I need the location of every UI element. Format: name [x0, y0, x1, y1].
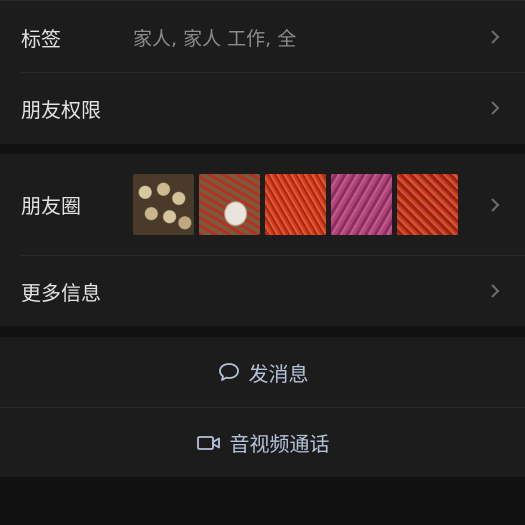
moments-thumbnails[interactable] — [133, 174, 458, 235]
permissions-label: 朋友权限 — [21, 97, 101, 122]
tags-label: 标签 — [21, 26, 61, 51]
moments-photo-potatoes[interactable] — [133, 174, 194, 235]
audio-video-call-label: 音视频通话 — [229, 432, 330, 456]
more-info-label: 更多信息 — [21, 280, 101, 305]
permissions-row[interactable]: 朋友权限 — [0, 73, 525, 143]
moments-photo-red-chilies[interactable] — [265, 174, 326, 235]
tags-value: 家人, 家人 工作, 全 — [133, 27, 297, 50]
moments-label: 朋友圈 — [21, 194, 81, 218]
moments-photo-chilies-2[interactable] — [397, 174, 458, 235]
send-message-label: 发消息 — [248, 361, 309, 386]
chevron-right-icon — [491, 197, 500, 212]
chevron-right-icon — [491, 284, 500, 298]
video-camera-icon — [196, 435, 220, 450]
more-info-row[interactable]: 更多信息 — [0, 256, 525, 326]
chat-bubble-icon — [218, 363, 239, 381]
tags-row[interactable]: 标签 家人, 家人 工作, 全 — [0, 2, 525, 72]
moments-photo-chili-bowl[interactable] — [199, 174, 260, 235]
divider — [0, 0, 525, 1]
audio-video-call-button[interactable]: 音视频通话 — [0, 408, 525, 477]
send-message-button[interactable]: 发消息 — [0, 337, 525, 407]
chevron-right-icon — [491, 101, 500, 115]
moments-photo-pink-chilies[interactable] — [331, 174, 392, 235]
chevron-right-icon — [491, 30, 500, 44]
